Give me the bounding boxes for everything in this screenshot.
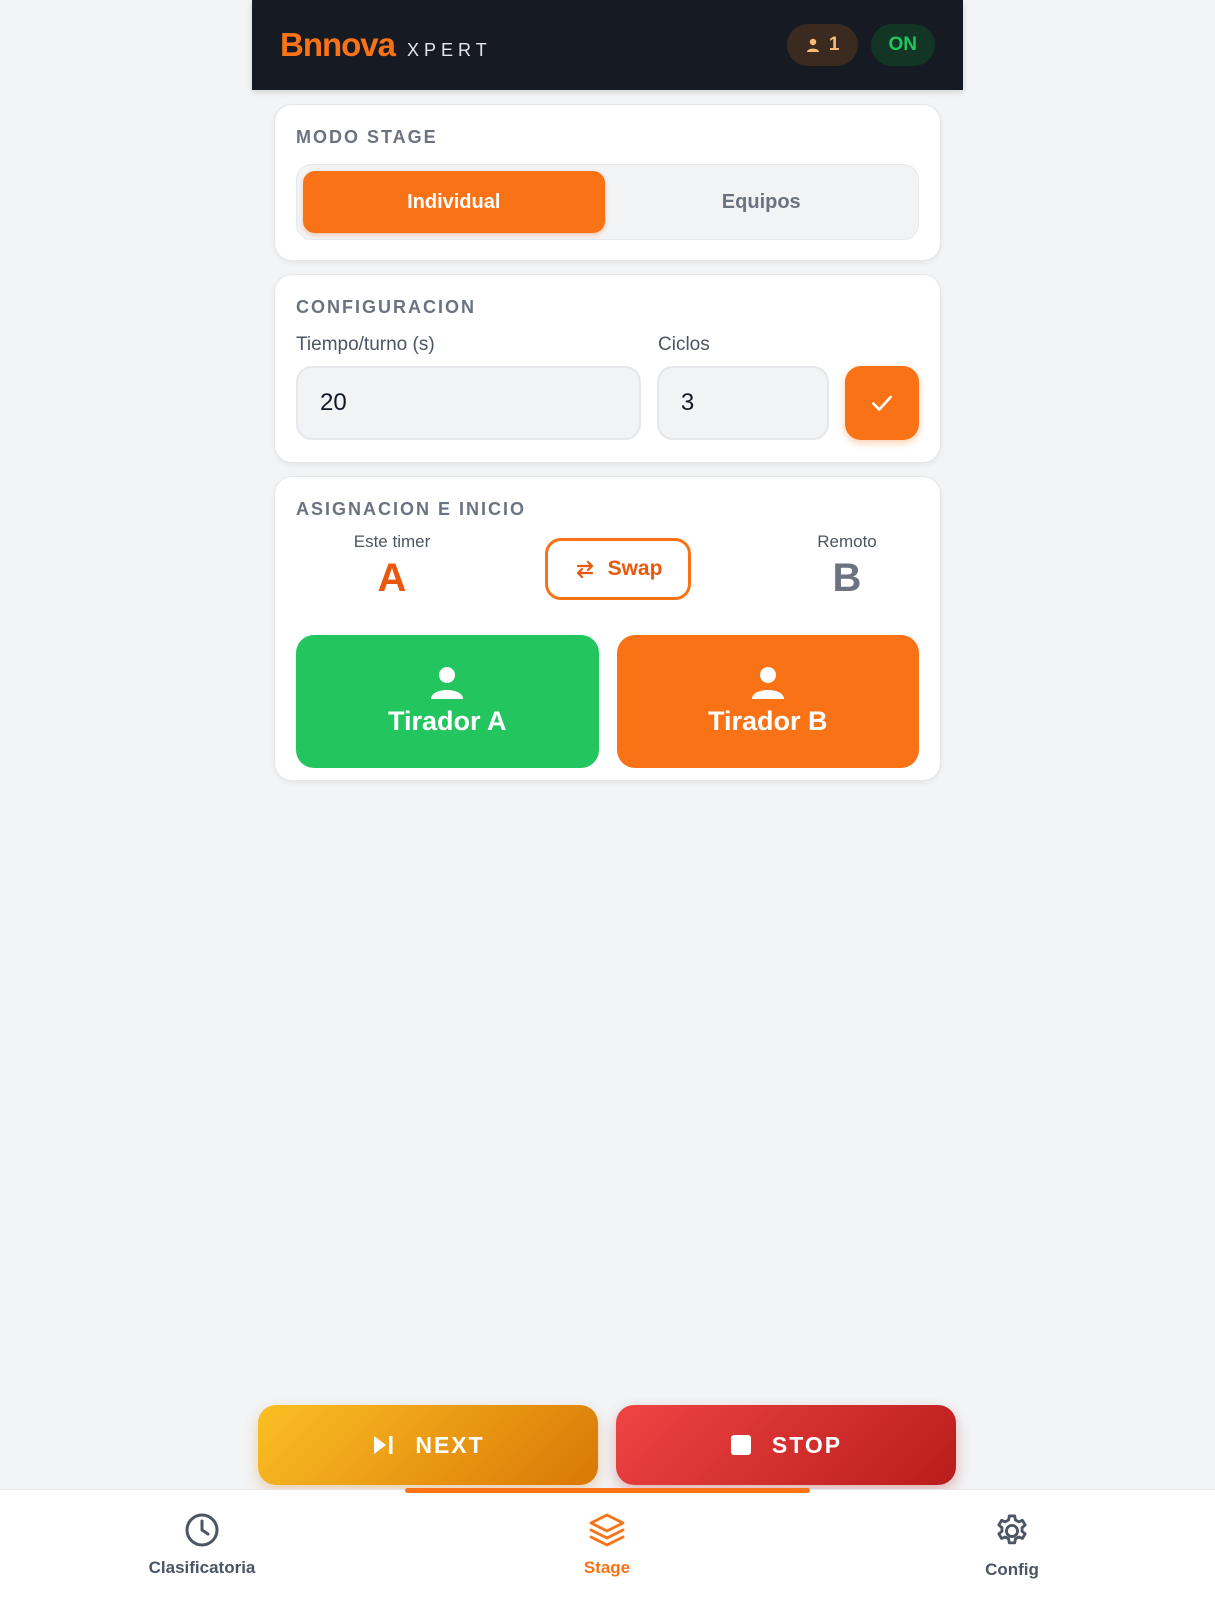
brand-subtitle: XPERT <box>407 39 492 60</box>
next-label: NEXT <box>415 1431 485 1458</box>
brand-logo: Bnnova <box>280 26 396 63</box>
person-icon <box>431 667 464 699</box>
connected-users-count: 1 <box>828 34 840 55</box>
cycles-input[interactable]: 3 <box>656 366 830 440</box>
assignment-title: ASIGNACION E INICIO <box>296 499 527 519</box>
swap-arrows-icon <box>576 560 593 578</box>
mode-individual-button[interactable]: Individual <box>303 171 605 233</box>
confirm-config-button[interactable] <box>845 366 919 440</box>
active-tab-indicator <box>405 1488 810 1493</box>
nav-tab-config[interactable]: Config <box>912 1512 1112 1580</box>
user-icon <box>806 38 819 52</box>
check-icon <box>872 395 893 411</box>
time-per-turn-input[interactable]: 20 <box>296 366 641 440</box>
bottom-navigation: Clasificatoria Stage Config <box>0 1488 1215 1600</box>
stop-button[interactable]: STOP <box>616 1405 956 1485</box>
nav-label-config: Config <box>985 1560 1039 1579</box>
nav-tab-stage[interactable]: Stage <box>507 1512 707 1578</box>
remote-timer-label: Remoto <box>817 532 877 551</box>
shooter-a-label: Tirador A <box>387 706 507 736</box>
connection-status-label: ON <box>888 34 918 55</box>
remote-timer-letter: B <box>832 556 862 600</box>
swap-button[interactable]: Swap <box>545 538 691 600</box>
shooter-a-button[interactable]: Tirador A <box>296 635 599 768</box>
nav-label-stage: Stage <box>583 1558 631 1577</box>
app-header: Bnnova XPERT 1 ON <box>252 0 963 90</box>
configuration-title: CONFIGURACION <box>296 297 476 317</box>
local-timer-assignment: Este timer A <box>322 532 462 601</box>
stop-icon <box>730 1435 751 1455</box>
layers-icon <box>589 1513 625 1547</box>
swap-label: Swap <box>607 557 663 580</box>
skip-next-icon <box>374 1436 393 1454</box>
person-icon <box>751 667 784 699</box>
connection-status-badge: ON <box>870 24 935 66</box>
nav-tab-clasificatoria[interactable]: Clasificatoria <box>102 1512 302 1578</box>
mode-teams-button[interactable]: Equipos <box>611 171 913 233</box>
nav-label-clasificatoria: Clasificatoria <box>148 1558 256 1577</box>
shooter-b-button[interactable]: Tirador B <box>616 635 919 768</box>
local-timer-label: Este timer <box>353 532 431 551</box>
assignment-card: ASIGNACION E INICIO Este timer A Swap Re… <box>274 476 941 781</box>
configuration-card: CONFIGURACION Tiempo/turno (s) Ciclos 20… <box>274 274 941 463</box>
clock-icon <box>185 1513 219 1547</box>
mode-segmented-control: Individual Equipos <box>296 164 919 240</box>
shooter-b-label: Tirador B <box>707 706 828 736</box>
connected-users-badge[interactable]: 1 <box>786 24 858 66</box>
next-button[interactable]: NEXT <box>258 1405 598 1485</box>
local-timer-letter: A <box>377 556 407 600</box>
gear-icon <box>997 1514 1027 1545</box>
mode-stage-card: MODO STAGE Individual Equipos <box>274 104 941 261</box>
time-per-turn-label: Tiempo/turno (s) <box>296 334 435 355</box>
stop-label: STOP <box>771 1431 843 1458</box>
remote-timer-assignment: Remoto B <box>777 532 917 601</box>
mode-stage-title: MODO STAGE <box>296 127 438 147</box>
cycles-label: Ciclos <box>658 334 710 355</box>
